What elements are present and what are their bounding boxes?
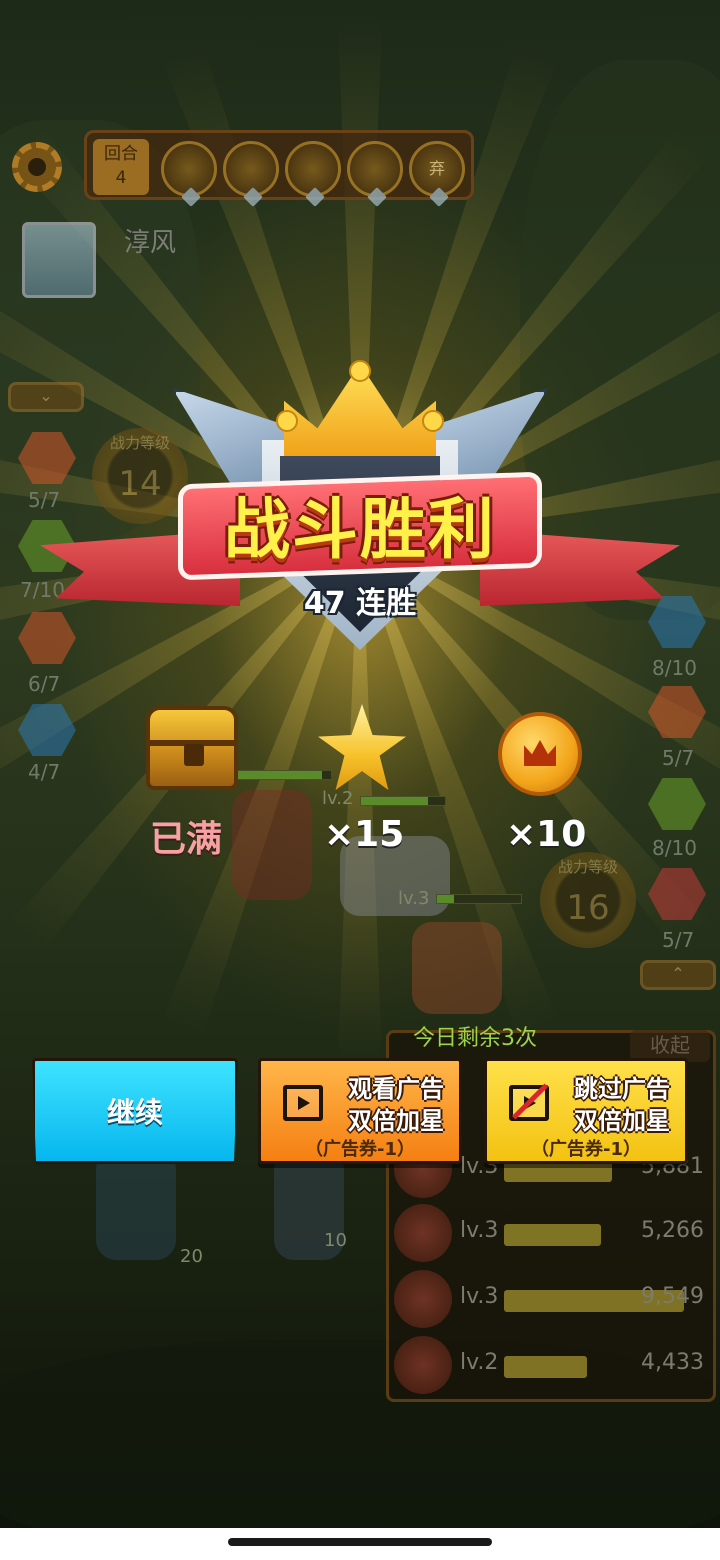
damage-list-row: lv.2 4,433 bbox=[390, 1336, 710, 1396]
unit-avatar bbox=[394, 1270, 452, 1328]
skip-ad-double-stars-button[interactable]: 跳过广告 双倍加星 （广告券-1） bbox=[484, 1058, 688, 1164]
round-counter: 回合 4 bbox=[93, 139, 149, 195]
unit-level: lv.2 bbox=[460, 1350, 499, 1375]
right-panel-expand-tab[interactable]: ⌃ bbox=[640, 960, 716, 990]
ad-ticket-cost: （广告券-1） bbox=[305, 1139, 415, 1160]
round-label: 回合 bbox=[104, 144, 138, 164]
unit-avatar bbox=[394, 1336, 452, 1394]
coin-reward-amount: ×10 bbox=[506, 814, 587, 855]
right-slot-count: 5/7 bbox=[662, 928, 695, 952]
crown-jewel bbox=[276, 410, 298, 432]
player-name: 淳风 bbox=[124, 228, 177, 258]
crown-jewel bbox=[349, 360, 371, 382]
crown-coin-icon bbox=[498, 712, 582, 796]
power-label: 战力等级 bbox=[557, 858, 618, 876]
unit-level: lv.3 bbox=[460, 1284, 499, 1309]
victory-emblem: 战斗胜利 47 连胜 bbox=[40, 360, 680, 660]
round-panel: 回合 4 弃 bbox=[84, 130, 474, 200]
victory-title: 战斗胜利 bbox=[224, 491, 496, 568]
damage-value: 9,549 bbox=[641, 1284, 704, 1309]
ground-marker: 20 bbox=[180, 1246, 203, 1267]
watch-ad-double-stars-button[interactable]: 观看广告 双倍加星 （广告券-1） bbox=[258, 1058, 462, 1164]
left-slot-count: 6/7 bbox=[28, 672, 61, 696]
chest-full-label: 已满 bbox=[150, 819, 223, 860]
unit-level-tag: lv.3 bbox=[398, 888, 430, 909]
skip-ad-label: 跳过广告 bbox=[574, 1075, 670, 1103]
watch-ad-label: 观看广告 bbox=[348, 1075, 444, 1103]
damage-list-row: lv.3 5,266 bbox=[390, 1204, 710, 1264]
treasure-chest-icon bbox=[146, 706, 238, 790]
damage-bar bbox=[504, 1224, 601, 1246]
settings-gear-icon[interactable] bbox=[12, 142, 62, 192]
ground-marker: 10 bbox=[324, 1230, 347, 1251]
continue-button[interactable]: 继续 bbox=[32, 1058, 238, 1164]
unit-hp-bar bbox=[436, 894, 522, 904]
round-number: 4 bbox=[115, 168, 127, 188]
damage-bar bbox=[504, 1356, 587, 1378]
continue-button-label: 继续 bbox=[106, 1096, 163, 1129]
unit-hp-bar bbox=[360, 796, 446, 806]
win-streak-label: 47 连胜 bbox=[303, 586, 417, 621]
lightning-skill-icon[interactable] bbox=[161, 141, 217, 197]
damage-list-row: lv.3 9,549 bbox=[390, 1270, 710, 1330]
enemy-unit bbox=[232, 790, 312, 900]
player-avatar[interactable] bbox=[22, 222, 96, 298]
right-slot-count: 8/10 bbox=[652, 836, 697, 860]
star-reward-amount: ×15 bbox=[324, 814, 405, 855]
ad-ticket-cost: （广告券-1） bbox=[531, 1139, 641, 1160]
ghost-unit bbox=[96, 1150, 176, 1260]
shield-skill-icon[interactable] bbox=[285, 141, 341, 197]
damage-value: 4,433 bbox=[641, 1350, 704, 1375]
unit-avatar bbox=[394, 1204, 452, 1262]
damage-value: 5,266 bbox=[641, 1218, 704, 1243]
abandon-skill-icon[interactable]: 弃 bbox=[409, 141, 465, 197]
power-value: 16 bbox=[566, 888, 610, 928]
enemy-hp-bar bbox=[236, 770, 332, 780]
player-power-badge: 战力等级 16 bbox=[540, 852, 636, 948]
left-slot-count: 4/7 bbox=[28, 760, 61, 784]
right-unit-slot[interactable] bbox=[648, 778, 706, 830]
double-stars-label: 双倍加星 bbox=[348, 1107, 444, 1135]
crown-jewel bbox=[422, 410, 444, 432]
player-robot-unit bbox=[412, 922, 502, 1014]
remaining-today-label: 今日剩余3次 bbox=[413, 1026, 537, 1051]
video-ad-icon bbox=[283, 1085, 323, 1121]
burst-skill-icon[interactable] bbox=[347, 141, 403, 197]
double-stars-label: 双倍加星 bbox=[574, 1107, 670, 1135]
game-screen: 回合 4 弃 淳风 ⌄ 5/7 7/10 6/7 4/7 战力等级 14 8/1… bbox=[0, 0, 720, 1560]
home-indicator[interactable] bbox=[228, 1538, 492, 1546]
unit-level: lv.3 bbox=[460, 1218, 499, 1243]
right-slot-count: 5/7 bbox=[662, 746, 695, 770]
robot-skill-icon[interactable] bbox=[223, 141, 279, 197]
unit-level-tag: lv.2 bbox=[322, 788, 354, 809]
